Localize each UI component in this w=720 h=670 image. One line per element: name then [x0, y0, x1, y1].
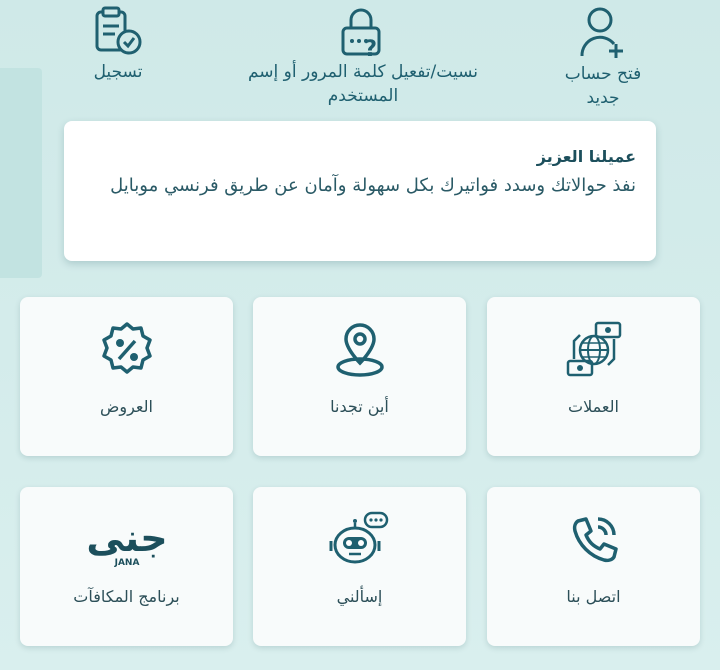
tile-offers-label: العروض [100, 397, 153, 416]
tile-locations-label: أين تجدنا [330, 397, 389, 416]
svg-text:?: ? [364, 37, 377, 58]
open-account-button[interactable]: فتح حساب جديد [548, 6, 658, 110]
tile-contact-us[interactable]: اتصل بنا [487, 487, 700, 646]
user-add-icon [580, 7, 623, 58]
tile-locations[interactable]: أين تجدنا [253, 297, 466, 456]
tile-ask-me[interactable]: إسألني [253, 487, 466, 646]
tile-currencies-label: العملات [568, 397, 619, 416]
lock-question-icon: ? [341, 8, 381, 58]
phone-icon [572, 517, 618, 563]
forgot-password-label: نسيت/تفعيل كلمة المرور أو إسم المستخدم [247, 62, 478, 106]
tile-contact-us-label: اتصل بنا [566, 587, 621, 606]
tile-ask-me-label: إسألني [336, 587, 383, 606]
welcome-card: عميلنا العزيز نفذ حوالاتك وسدد فواتيرك ب… [64, 121, 656, 261]
welcome-title: عميلنا العزيز [536, 147, 636, 166]
welcome-message: نفذ حوالاتك وسدد فواتيرك بكل سهولة وآمان… [110, 175, 636, 196]
tile-rewards-label: برنامج المكافآت [73, 587, 180, 606]
currency-globe-icon [566, 321, 621, 377]
percent-badge-icon [101, 322, 152, 374]
jana-logo: جنى JANA [86, 516, 167, 568]
open-account-label: فتح حساب جديد [564, 64, 642, 108]
clipboard-check-icon [95, 6, 142, 55]
tile-rewards[interactable]: جنى JANA برنامج المكافآت [20, 487, 233, 646]
svg-text:JANA: JANA [113, 558, 139, 568]
register-button[interactable]: تسجيل [70, 6, 166, 84]
svg-text:جنى: جنى [86, 516, 167, 560]
location-pin-icon [335, 323, 384, 377]
forgot-password-button[interactable]: ? نسيت/تفعيل كلمة المرور أو إسم المستخدم [232, 6, 494, 108]
register-label: تسجيل [93, 62, 143, 82]
side-panel [0, 68, 42, 278]
chatbot-icon [329, 511, 388, 564]
tile-offers[interactable]: العروض [20, 297, 233, 456]
tile-currencies[interactable]: العملات [487, 297, 700, 456]
